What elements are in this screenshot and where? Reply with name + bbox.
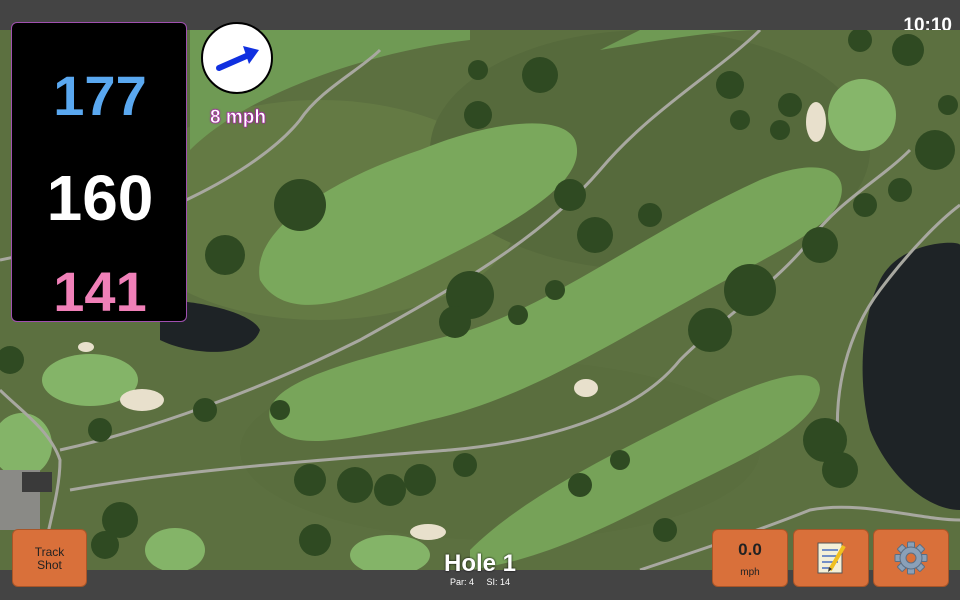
wind-speed: 8 mph bbox=[210, 107, 267, 129]
hole-stroke-index: SI: 14 bbox=[486, 577, 511, 587]
notepad-icon bbox=[817, 542, 846, 574]
notes-button[interactable] bbox=[793, 529, 869, 587]
wind-button-value: 0.0 bbox=[738, 540, 762, 559]
hole-title: Hole 1 bbox=[443, 550, 517, 577]
track-shot-label-line2: Shot bbox=[37, 558, 62, 572]
wind-button-unit: mph bbox=[740, 567, 760, 578]
wind-button[interactable]: 0.0 mph bbox=[712, 529, 788, 587]
back-distance: 177 bbox=[53, 64, 147, 127]
wind-indicator bbox=[201, 22, 273, 94]
gear-icon bbox=[894, 541, 928, 575]
middle-distance: 160 bbox=[46, 162, 154, 234]
distance-panel: 177 160 141 bbox=[11, 22, 187, 323]
track-shot-button[interactable]: Track Shot bbox=[12, 529, 87, 587]
hole-par: Par: 4 bbox=[449, 577, 474, 587]
arrow-icon bbox=[216, 46, 259, 71]
hole-info: Par: 4 SI: 14 bbox=[400, 577, 560, 587]
front-distance: 141 bbox=[53, 260, 147, 323]
settings-button[interactable] bbox=[873, 529, 949, 587]
